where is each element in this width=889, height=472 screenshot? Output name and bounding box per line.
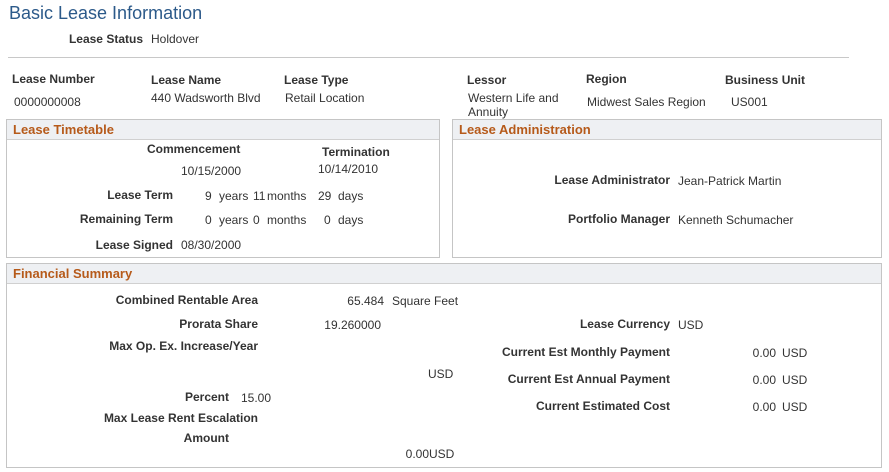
combined-rentable-area-unit: Square Feet: [392, 294, 459, 308]
business-unit-label: Business Unit: [725, 73, 806, 87]
lease-administration-panel: Lease Administration: [452, 119, 882, 258]
termination-value: 10/14/2010: [318, 162, 379, 176]
lease-status-value: Holdover: [151, 32, 200, 46]
monthly-payment-currency: USD: [782, 346, 808, 360]
lease-type-value: Retail Location: [285, 91, 365, 105]
remaining-term-label: Remaining Term: [79, 212, 173, 226]
lease-administration-title: Lease Administration: [459, 122, 591, 137]
lease-term-months: 11: [253, 189, 266, 203]
remaining-term-months: 0: [253, 213, 260, 227]
lessor-value-line1: Western Life and: [468, 91, 559, 105]
region-value: Midwest Sales Region: [587, 95, 706, 109]
region-label: Region: [586, 72, 627, 86]
estimated-cost-currency: USD: [782, 400, 808, 414]
financial-summary-title: Financial Summary: [13, 266, 133, 281]
lease-currency-label: Lease Currency: [579, 317, 670, 331]
lease-term-years: 9: [205, 189, 212, 203]
annual-payment-currency: USD: [782, 373, 808, 387]
prorata-share-value: 19.260000: [324, 318, 381, 332]
amount-label: Amount: [183, 431, 229, 445]
lease-number-label: Lease Number: [12, 72, 95, 86]
lease-signed-value: 08/30/2000: [181, 238, 242, 252]
remaining-term-years: 0: [205, 213, 212, 227]
prorata-share-label: Prorata Share: [179, 317, 258, 331]
combined-rentable-area-label: Combined Rentable Area: [115, 293, 258, 307]
portfolio-manager-value: Kenneth Schumacher: [678, 213, 794, 227]
business-unit-value: US001: [731, 95, 768, 109]
financial-summary-header: Financial Summary: [7, 264, 881, 284]
lease-term-years-unit: years: [219, 189, 249, 203]
lease-number-value: 0000000008: [14, 95, 81, 109]
monthly-payment-label: Current Est Monthly Payment: [501, 345, 670, 359]
lease-timetable-title: Lease Timetable: [13, 122, 114, 137]
monthly-payment-value: 0.00: [752, 346, 776, 360]
max-opex-increase-label: Max Op. Ex. Increase/Year: [109, 339, 258, 353]
lease-status-label: Lease Status: [68, 32, 143, 46]
remaining-term-days-unit: days: [338, 213, 364, 227]
annual-payment-label: Current Est Annual Payment: [507, 372, 670, 386]
remaining-term-days: 0: [324, 213, 331, 227]
remaining-term-years-unit: years: [219, 213, 249, 227]
amount-value: 0.00: [405, 447, 429, 461]
lease-administration-header: Lease Administration: [453, 120, 881, 140]
estimated-cost-value: 0.00: [752, 400, 776, 414]
lease-term-days: 29: [318, 189, 332, 203]
lease-name-label: Lease Name: [151, 73, 222, 87]
lease-term-label: Lease Term: [107, 188, 173, 202]
max-rent-escalation-label: Max Lease Rent Escalation: [103, 411, 258, 425]
max-opex-currency: USD: [428, 367, 454, 381]
lessor-value-line2: Annuity: [468, 105, 509, 119]
combined-rentable-area-value: 65.484: [347, 294, 384, 308]
estimated-cost-label: Current Estimated Cost: [535, 399, 670, 413]
lease-name-value: 440 Wadsworth Blvd: [151, 91, 261, 105]
lease-timetable-header: Lease Timetable: [7, 120, 439, 140]
annual-payment-value: 0.00: [752, 373, 776, 387]
commencement-label: Commencement: [147, 142, 241, 156]
lease-currency-value: USD: [678, 318, 704, 332]
remaining-term-months-unit: months: [267, 213, 307, 227]
lease-administrator-value: Jean-Patrick Martin: [678, 174, 782, 188]
page-title: Basic Lease Information: [9, 3, 203, 23]
amount-currency: USD: [429, 447, 455, 461]
percent-value: 15.00: [241, 391, 272, 405]
commencement-value: 10/15/2000: [181, 164, 242, 178]
header-divider: [8, 57, 849, 58]
lease-type-label: Lease Type: [284, 73, 349, 87]
termination-label: Termination: [322, 145, 390, 159]
percent-label: Percent: [184, 390, 229, 404]
lease-administrator-label: Lease Administrator: [554, 173, 670, 187]
lease-signed-label: Lease Signed: [95, 238, 173, 252]
lessor-label: Lessor: [467, 73, 507, 87]
lease-term-days-unit: days: [338, 189, 364, 203]
portfolio-manager-label: Portfolio Manager: [567, 212, 670, 226]
lease-term-months-unit: months: [267, 189, 307, 203]
